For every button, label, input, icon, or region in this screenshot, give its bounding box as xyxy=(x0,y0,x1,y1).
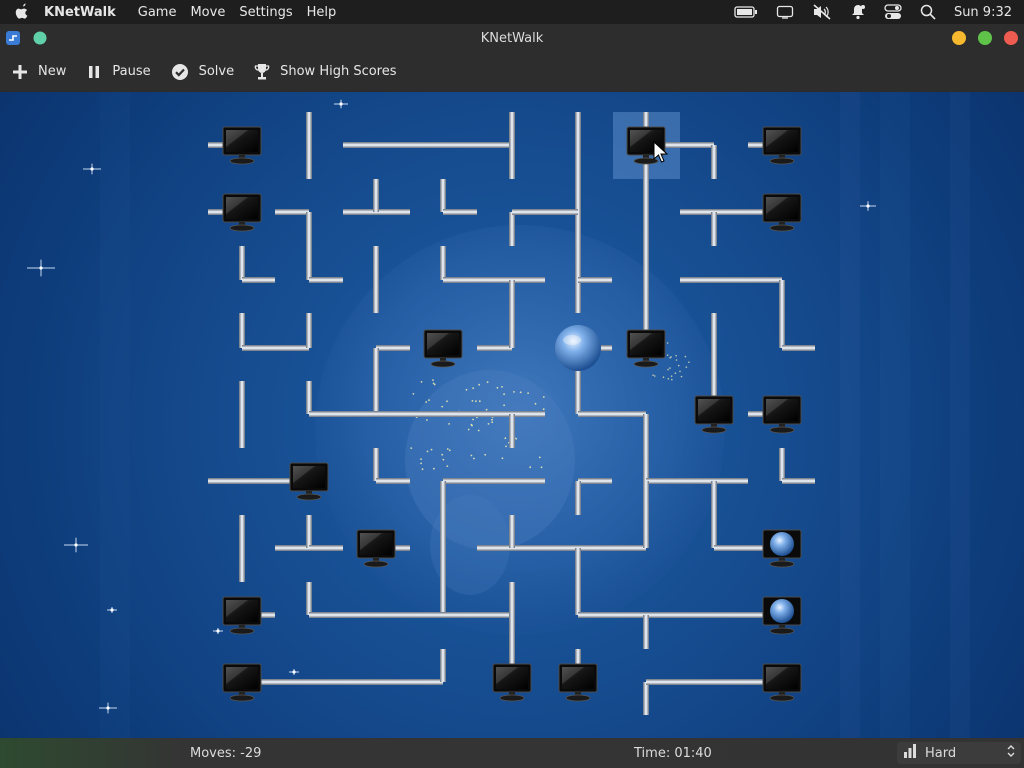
new-button[interactable]: New xyxy=(0,64,74,80)
show-high-scores-button[interactable]: Show High Scores xyxy=(242,63,404,81)
star-decoration xyxy=(27,259,55,277)
computer-node-icon xyxy=(222,126,262,165)
computer-node-icon xyxy=(762,193,802,232)
updown-chevron-icon xyxy=(1007,744,1015,762)
plus-icon xyxy=(12,64,28,80)
app-icon[interactable] xyxy=(5,30,21,50)
computer-node-icon xyxy=(222,193,262,232)
computer-node-icon xyxy=(762,395,802,434)
apple-icon[interactable] xyxy=(0,3,44,21)
app-name[interactable]: KNetWalk xyxy=(44,5,116,20)
show-high-scores-label: Show High Scores xyxy=(280,64,397,79)
close-button[interactable] xyxy=(1004,31,1018,45)
game-board[interactable] xyxy=(0,92,1024,738)
notification-bell-icon[interactable] xyxy=(850,4,866,20)
computer-node-icon xyxy=(222,663,262,702)
menu-settings[interactable]: Settings xyxy=(239,5,292,20)
menu-help[interactable]: Help xyxy=(307,5,337,20)
menu-bar: KNetWalk Game Move Settings Help Sun 9:3… xyxy=(0,0,1024,24)
board-canvas[interactable] xyxy=(0,92,1024,738)
pause-label: Pause xyxy=(112,64,151,79)
star-decoration xyxy=(213,628,223,634)
computer-node-icon xyxy=(289,462,329,501)
computer-node-icon xyxy=(762,126,802,165)
star-decoration xyxy=(289,669,299,675)
display-icon[interactable] xyxy=(776,5,794,19)
trophy-icon xyxy=(254,63,270,81)
solve-label: Solve xyxy=(198,64,235,79)
status-bar: Moves: -29 Time: 01:40 Hard xyxy=(0,738,1024,768)
difficulty-select[interactable]: Hard xyxy=(897,742,1021,764)
toolbar: New Pause Solve Show High Scores xyxy=(0,52,1024,91)
computer-node-icon xyxy=(558,663,598,702)
search-icon[interactable] xyxy=(920,4,936,20)
difficulty-bars-icon xyxy=(903,744,917,762)
computer-node-icon xyxy=(222,596,262,635)
server-node-icon xyxy=(555,325,601,371)
minimize-button[interactable] xyxy=(952,31,966,45)
clock[interactable]: Sun 9:32 xyxy=(954,5,1012,20)
new-label: New xyxy=(38,64,67,79)
control-center-icon[interactable] xyxy=(884,4,902,20)
moves-counter: Moves: -29 xyxy=(190,745,262,761)
pause-button[interactable]: Pause xyxy=(74,64,158,80)
computer-node-icon xyxy=(492,663,532,702)
maximize-button[interactable] xyxy=(978,31,992,45)
menu-move[interactable]: Move xyxy=(190,5,225,20)
pin-dot-icon[interactable] xyxy=(33,31,47,49)
star-decoration xyxy=(64,537,88,553)
connected-computer-node-icon xyxy=(762,596,802,635)
star-decoration xyxy=(83,163,101,175)
connected-computer-node-icon xyxy=(762,529,802,568)
window-title: KNetWalk xyxy=(480,30,544,46)
computer-node-icon xyxy=(762,663,802,702)
volume-muted-icon[interactable] xyxy=(812,4,832,20)
menu-game[interactable]: Game xyxy=(138,5,177,20)
pause-icon xyxy=(86,64,102,80)
window-title-bar: KNetWalk xyxy=(0,24,1024,52)
difficulty-value: Hard xyxy=(925,745,957,761)
time-counter: Time: 01:40 xyxy=(634,745,712,761)
checkmark-icon xyxy=(171,63,189,81)
solve-button[interactable]: Solve xyxy=(159,63,243,81)
star-decoration xyxy=(860,201,876,211)
battery-icon[interactable] xyxy=(734,6,758,18)
star-decoration xyxy=(334,99,348,109)
